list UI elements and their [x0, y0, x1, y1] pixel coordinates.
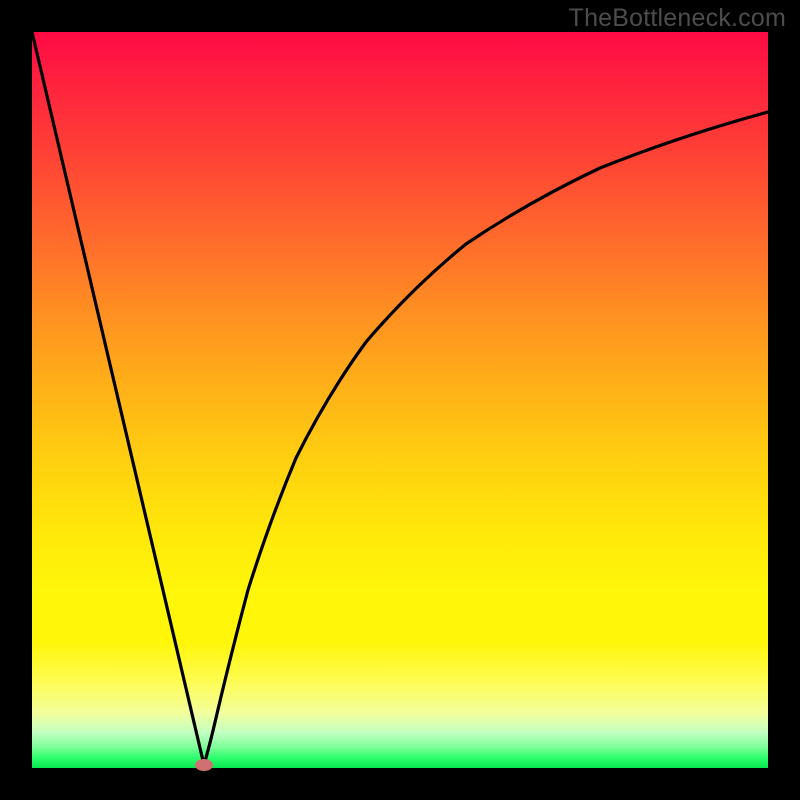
watermark-text: TheBottleneck.com	[569, 4, 786, 33]
minimum-marker	[195, 759, 213, 771]
plot-area	[32, 32, 768, 768]
curve-right-segment	[204, 112, 768, 765]
bottleneck-curve	[32, 32, 768, 768]
curve-left-segment	[32, 32, 204, 765]
